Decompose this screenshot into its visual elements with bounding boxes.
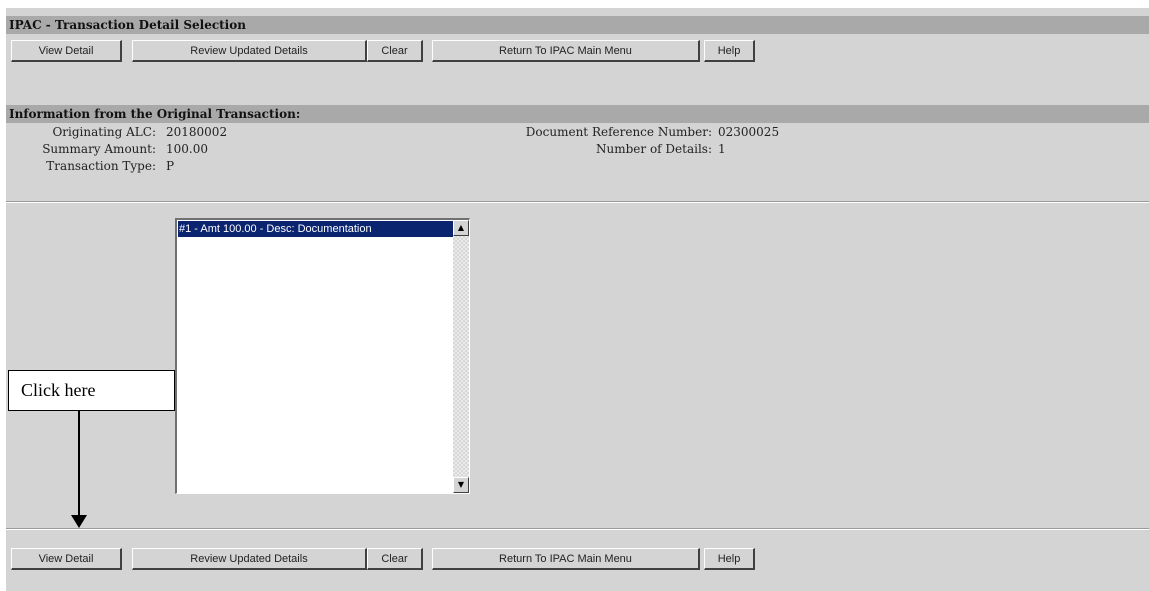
arrow-down-icon [71,515,87,528]
summary-amount-row: Summary Amount: 100.00 [6,142,406,156]
num-details-label: Number of Details: [596,142,712,156]
help-button-bottom[interactable]: Help [704,548,755,570]
divider-bottom [6,528,1149,530]
summary-amount-value: 100.00 [166,142,208,156]
return-main-menu-button-bottom[interactable]: Return To IPAC Main Menu [432,548,700,570]
return-main-menu-button-top[interactable]: Return To IPAC Main Menu [432,40,700,62]
view-detail-button-bottom[interactable]: View Detail [11,548,122,570]
originating-alc-label: Originating ALC: [52,125,156,139]
originating-alc-row: Originating ALC: 20180002 [6,125,406,139]
bottom-toolbar: View Detail Review Updated Details Clear… [10,548,1140,574]
clear-button-top[interactable]: Clear [367,40,423,62]
transaction-type-value: P [166,159,175,173]
help-button-top[interactable]: Help [704,40,755,62]
callout-arrow-line [78,411,80,518]
page-title: IPAC - Transaction Detail Selection [6,16,1149,34]
view-detail-button-top[interactable]: View Detail [11,40,122,62]
review-updated-details-button-top[interactable]: Review Updated Details [132,40,367,62]
info-section-title: Information from the Original Transactio… [6,105,1149,123]
click-here-callout: Click here [8,370,175,411]
listbox-scrollbar[interactable]: ▲ ▼ [453,220,469,493]
scroll-up-icon[interactable]: ▲ [453,220,469,236]
summary-amount-label: Summary Amount: [42,142,156,156]
divider-top [6,201,1149,203]
doc-ref-row: Document Reference Number: 02300025 [406,125,806,139]
clear-button-bottom[interactable]: Clear [367,548,423,570]
scroll-down-icon[interactable]: ▼ [453,477,469,493]
transaction-type-label: Transaction Type: [46,159,156,173]
ipac-page: IPAC - Transaction Detail Selection View… [6,8,1149,591]
top-toolbar: View Detail Review Updated Details Clear… [10,40,1140,66]
list-item[interactable]: #1 - Amt 100.00 - Desc: Documentation [178,221,453,237]
transaction-type-row: Transaction Type: P [6,159,406,173]
num-details-value: 1 [718,142,726,156]
doc-ref-label: Document Reference Number: [525,125,712,139]
doc-ref-value: 02300025 [718,125,780,139]
num-details-row: Number of Details: 1 [406,142,806,156]
details-listbox[interactable]: #1 - Amt 100.00 - Desc: Documentation ▲ … [175,218,470,494]
review-updated-details-button-bottom[interactable]: Review Updated Details [132,548,367,570]
originating-alc-value: 20180002 [166,125,228,139]
